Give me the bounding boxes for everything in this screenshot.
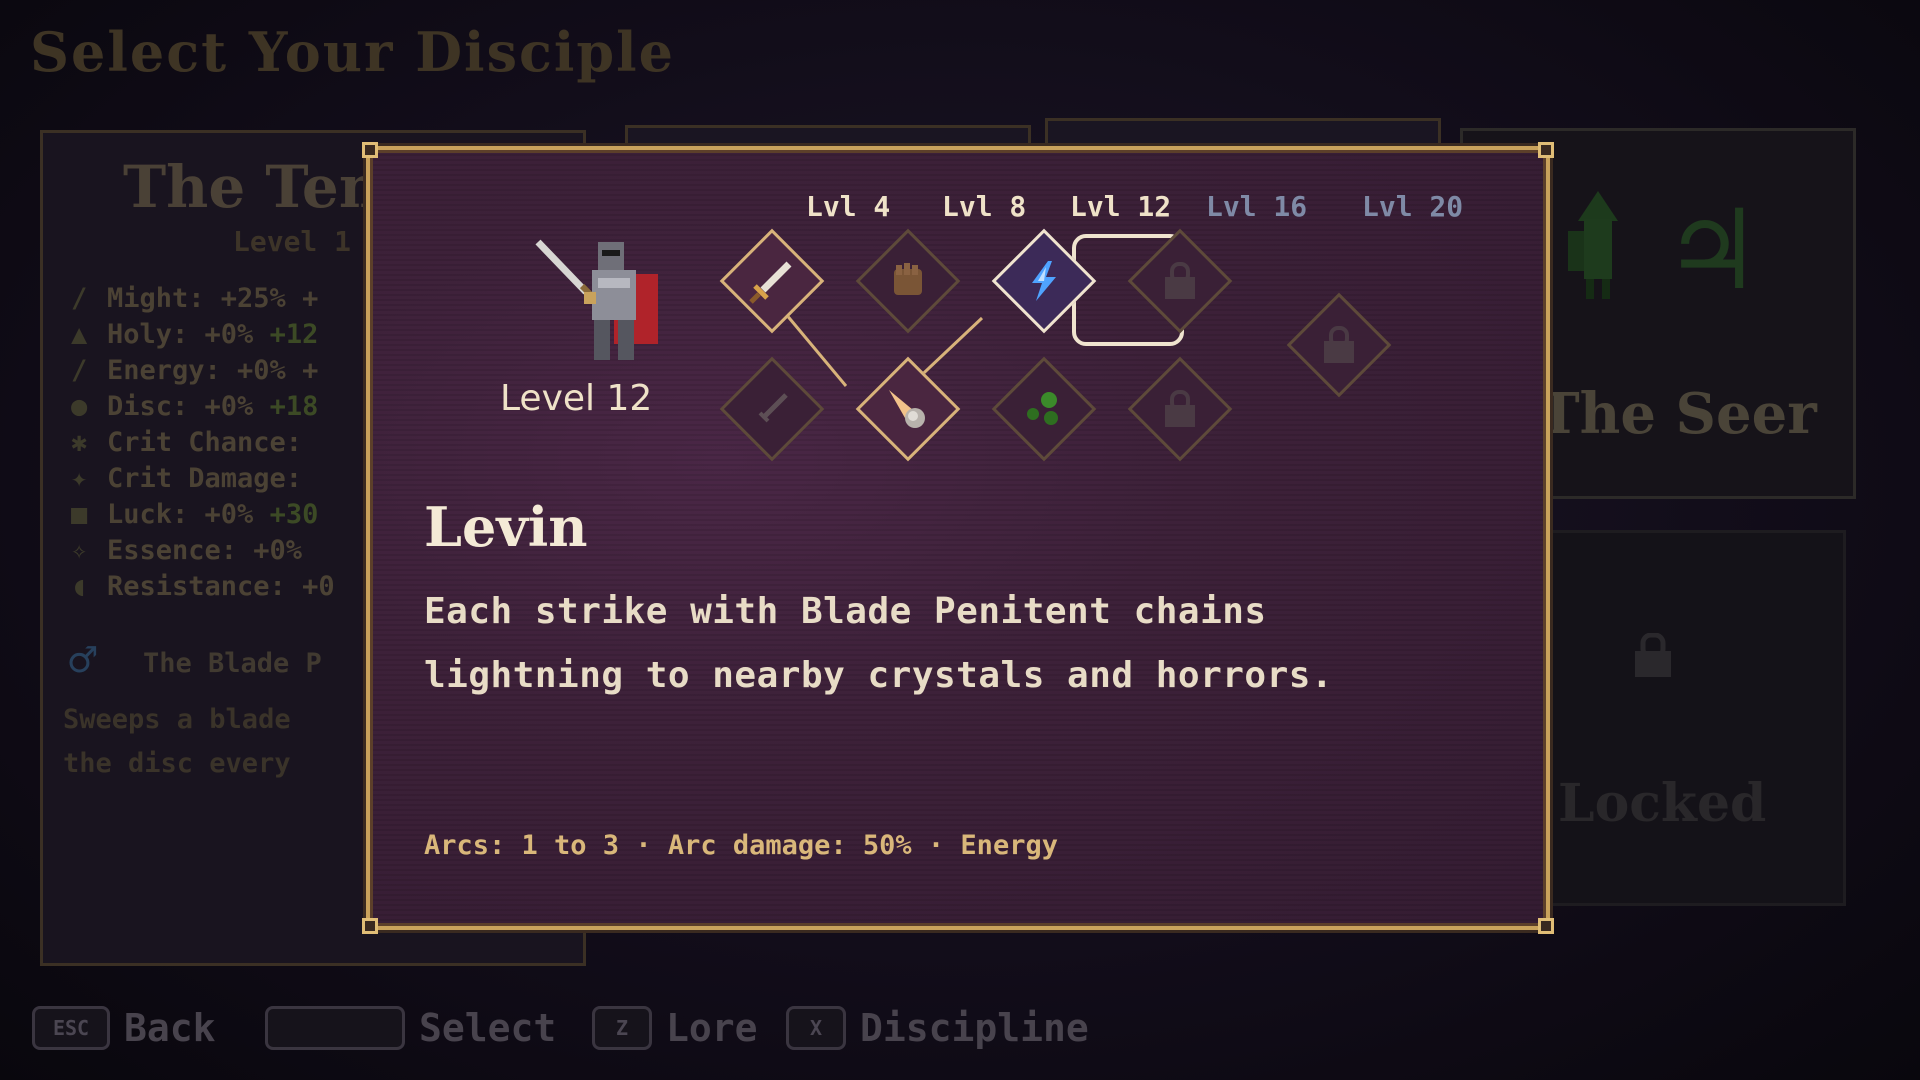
back-hint[interactable]: ESC Back <box>32 1000 216 1056</box>
ability-tree-modal: Level 12 Lvl 4 Lvl 8 Lvl 12 Lvl 16 Lvl 2… <box>362 142 1554 934</box>
lock-icon <box>1150 251 1210 311</box>
luck-icon: ■ <box>71 499 88 530</box>
locked-label: Locked <box>1558 773 1767 834</box>
lore-hint[interactable]: Z Lore <box>592 1000 758 1056</box>
lock-icon <box>1150 379 1210 439</box>
lock-icon <box>1635 633 1671 677</box>
back-label: Back <box>124 1006 216 1050</box>
stat-list: / Might: +25% + ▲ Holy: +0% +12 /Energy: +… <box>71 283 335 607</box>
discipline-hint[interactable]: X Discipline <box>786 1000 1089 1056</box>
stat-crit-damage: ✦ Crit Damage: <box>71 463 303 494</box>
z-key: Z <box>592 1006 652 1050</box>
energy-icon: / <box>71 355 88 386</box>
x-key: X <box>786 1006 846 1050</box>
crit-chance-icon: ✱ <box>71 427 88 458</box>
select-label: Select <box>419 1006 557 1050</box>
ability-stats: Arcs: 1 to 3 · Arc damage: 50% · Energy <box>424 830 1058 861</box>
resistance-icon: ◖ <box>71 571 88 602</box>
stat-disc: ● Disc: +0% +18 <box>71 391 319 422</box>
male-icon: ♂ <box>69 633 97 687</box>
esc-key: ESC <box>32 1006 110 1050</box>
stat-essence: ✧ Essence: +0% <box>71 535 303 566</box>
ability-name: The Blade P <box>143 648 322 679</box>
stat-luck: ■ Luck: +0% +30 <box>71 499 319 530</box>
holy-icon: ▲ <box>71 319 88 350</box>
orbs-icon <box>1014 379 1074 439</box>
sword-icon <box>742 251 802 311</box>
ability-description: Sweeps a blade the disc every <box>63 704 291 779</box>
discipline-label: Discipline <box>860 1006 1089 1050</box>
crit-damage-icon: ✦ <box>71 463 88 494</box>
select-hint[interactable]: Select <box>265 1000 556 1056</box>
disciple-name: The Tem <box>123 153 401 221</box>
jupiter-icon: ♃ <box>1663 186 1762 314</box>
space-key <box>265 1006 405 1050</box>
disciple-level: Level 1 <box>233 225 352 258</box>
lightning-icon <box>1014 251 1074 311</box>
might-icon: / <box>71 283 88 314</box>
lock-icon <box>1309 315 1369 375</box>
essence-icon: ✧ <box>71 535 88 566</box>
ability-description: Each strike with Blade Penitent chains l… <box>424 591 1334 696</box>
page-title: Select Your Disciple <box>30 20 675 84</box>
comet-icon <box>878 379 938 439</box>
stat-holy: ▲ Holy: +0% +12 <box>71 319 319 350</box>
stat-resistance: ◖ Resistance: +0 <box>71 571 335 602</box>
seer-figure <box>1568 191 1618 299</box>
fist-icon <box>878 251 938 311</box>
lore-label: Lore <box>666 1006 758 1050</box>
disc-icon: ● <box>71 391 88 422</box>
disciple-name: The Seer <box>1538 381 1817 447</box>
stat-might: / Might: +25% + <box>71 283 319 314</box>
dagger-icon <box>742 379 802 439</box>
ability-title: Levin <box>424 495 588 559</box>
stat-crit-chance: ✱ Crit Chance: <box>71 427 303 458</box>
stat-energy: / Energy: +0% + <box>71 355 319 386</box>
